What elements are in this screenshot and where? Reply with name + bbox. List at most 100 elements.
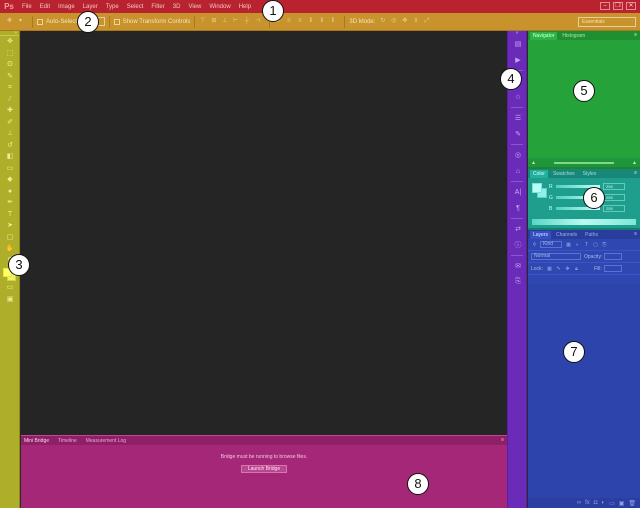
actions-icon[interactable]: ▶: [508, 52, 528, 68]
info-icon[interactable]: ⓘ: [508, 237, 528, 253]
history-brush-tool-icon[interactable]: ↺: [0, 140, 20, 152]
distribute-left-icon[interactable]: ⫴: [307, 18, 314, 25]
tab-color[interactable]: Color: [530, 169, 548, 178]
layer-style-icon[interactable]: fx: [585, 500, 590, 506]
align-middle-icon[interactable]: ⊞: [210, 18, 217, 25]
3d-roll-icon[interactable]: ◎: [390, 18, 397, 25]
launch-bridge-button[interactable]: Launch Bridge: [241, 465, 287, 473]
delete-layer-icon[interactable]: 🗑︎: [628, 500, 636, 507]
brush-icon[interactable]: ✎: [508, 126, 528, 142]
panel-menu-icon[interactable]: ≡: [501, 437, 504, 443]
distribute-bottom-icon[interactable]: ≡: [296, 18, 303, 25]
healing-brush-tool-icon[interactable]: ✚: [0, 105, 20, 117]
tab-channels[interactable]: Channels: [553, 231, 580, 239]
brush-tool-icon[interactable]: ✐: [0, 117, 20, 129]
properties-icon[interactable]: ☰: [508, 110, 528, 126]
blue-channel-value[interactable]: 255: [603, 205, 625, 212]
menu-window[interactable]: Window: [209, 4, 230, 10]
workspace-switcher[interactable]: Essentials: [578, 17, 636, 27]
auto-select-option[interactable]: Auto-Select:: [37, 18, 79, 25]
eyedropper-tool-icon[interactable]: ⁄: [0, 94, 20, 106]
paragraph-icon[interactable]: ¶: [508, 200, 528, 216]
paths-icon[interactable]: ⇄: [508, 221, 528, 237]
3d-rotate-icon[interactable]: ↻: [379, 18, 386, 25]
3d-slide-icon[interactable]: ⇕: [412, 18, 419, 25]
lock-image-icon[interactable]: ✎: [555, 266, 562, 272]
filter-kind-dropdown[interactable]: Kind: [540, 241, 562, 248]
distribute-right-icon[interactable]: ⫴: [329, 18, 336, 25]
distribute-center-icon[interactable]: ⫴: [318, 18, 325, 25]
tab-timeline[interactable]: Timeline: [58, 438, 77, 444]
styles-icon[interactable]: ☆: [508, 89, 528, 105]
menu-view[interactable]: View: [188, 4, 201, 10]
3d-scale-icon[interactable]: ⤢: [423, 18, 430, 25]
tab-layers[interactable]: Layers: [530, 230, 552, 239]
tab-navigator[interactable]: Navigator: [530, 31, 558, 40]
lock-all-icon[interactable]: 🔒︎: [573, 266, 580, 272]
foreground-color-chip[interactable]: [532, 183, 542, 193]
opacity-field[interactable]: [604, 253, 623, 260]
filter-smart-object-icon[interactable]: ⎘: [601, 242, 608, 248]
tab-styles[interactable]: Styles: [580, 170, 600, 178]
move-tool-icon[interactable]: ✥: [0, 36, 20, 48]
align-right-icon[interactable]: ⊣: [254, 18, 261, 25]
marquee-tool-icon[interactable]: ⬚: [0, 48, 20, 60]
preset-dropdown-icon[interactable]: ▾: [17, 18, 24, 25]
red-channel-value[interactable]: 255: [603, 183, 625, 190]
clone-source-icon[interactable]: ◎: [508, 147, 528, 163]
menu-select[interactable]: Select: [127, 4, 144, 10]
tab-mini-bridge[interactable]: Mini Bridge: [24, 438, 49, 444]
history-icon[interactable]: ▤: [508, 36, 528, 52]
quick-select-tool-icon[interactable]: ✎: [0, 71, 20, 83]
menu-filter[interactable]: Filter: [151, 4, 164, 10]
new-layer-icon[interactable]: ▣: [619, 500, 625, 507]
zoom-slider[interactable]: [554, 161, 614, 164]
zoom-in-icon[interactable]: ▲: [632, 160, 637, 166]
lock-position-icon[interactable]: ✥: [564, 266, 571, 272]
fill-field[interactable]: [603, 265, 622, 272]
new-group-icon[interactable]: ▭: [609, 500, 615, 507]
restore-icon[interactable]: ❐: [613, 2, 623, 10]
layer-comps-icon[interactable]: ⎘: [508, 274, 528, 290]
add-mask-icon[interactable]: ◘: [594, 500, 598, 506]
tab-swatches[interactable]: Swatches: [550, 170, 578, 178]
filter-pixel-icon[interactable]: ▦: [565, 242, 572, 248]
screen-mode-icon[interactable]: ▣: [0, 294, 20, 306]
menu-3d[interactable]: 3D: [173, 4, 181, 10]
filter-type-icon[interactable]: T: [583, 242, 590, 248]
align-left-icon[interactable]: ⊢: [232, 18, 239, 25]
quick-mask-icon[interactable]: ▭: [0, 282, 20, 294]
shape-tool-icon[interactable]: ▢: [0, 232, 20, 244]
menu-layer[interactable]: Layer: [83, 4, 98, 10]
menu-type[interactable]: Type: [106, 4, 119, 10]
color-ramp[interactable]: [532, 219, 636, 225]
move-tool-preset-icon[interactable]: ✥: [6, 18, 13, 25]
blend-mode-dropdown[interactable]: Normal: [531, 253, 581, 260]
crop-tool-icon[interactable]: ⌗: [0, 82, 20, 94]
character-icon[interactable]: A|: [508, 184, 528, 200]
filter-adjustment-icon[interactable]: ◐: [574, 242, 581, 248]
filter-shape-icon[interactable]: ▢: [592, 242, 599, 248]
document-canvas[interactable]: [21, 31, 507, 435]
menu-file[interactable]: File: [22, 4, 32, 10]
panel-menu-icon[interactable]: ≡: [634, 32, 637, 38]
minimize-icon[interactable]: –: [600, 2, 610, 10]
close-icon[interactable]: ✕: [626, 2, 636, 10]
tab-histogram[interactable]: Histogram: [559, 32, 588, 40]
link-layers-icon[interactable]: ∞: [577, 500, 581, 506]
menu-help[interactable]: Help: [239, 4, 251, 10]
tool-presets-icon[interactable]: ⌂: [508, 163, 528, 179]
panel-menu-icon[interactable]: ≡: [634, 231, 637, 237]
align-center-icon[interactable]: ┼: [243, 18, 250, 25]
pen-tool-icon[interactable]: ✒: [0, 197, 20, 209]
layer-list[interactable]: [528, 284, 640, 498]
3d-pan-icon[interactable]: ✥: [401, 18, 408, 25]
type-tool-icon[interactable]: T: [0, 209, 20, 221]
lock-transparent-icon[interactable]: ▦: [546, 266, 553, 272]
show-transform-checkbox[interactable]: [113, 18, 120, 25]
notes-icon[interactable]: ✉: [508, 258, 528, 274]
panel-menu-icon[interactable]: ≡: [634, 170, 637, 176]
zoom-out-icon[interactable]: ▲: [531, 160, 536, 166]
blur-tool-icon[interactable]: ◆: [0, 174, 20, 186]
menu-edit[interactable]: Edit: [40, 4, 50, 10]
